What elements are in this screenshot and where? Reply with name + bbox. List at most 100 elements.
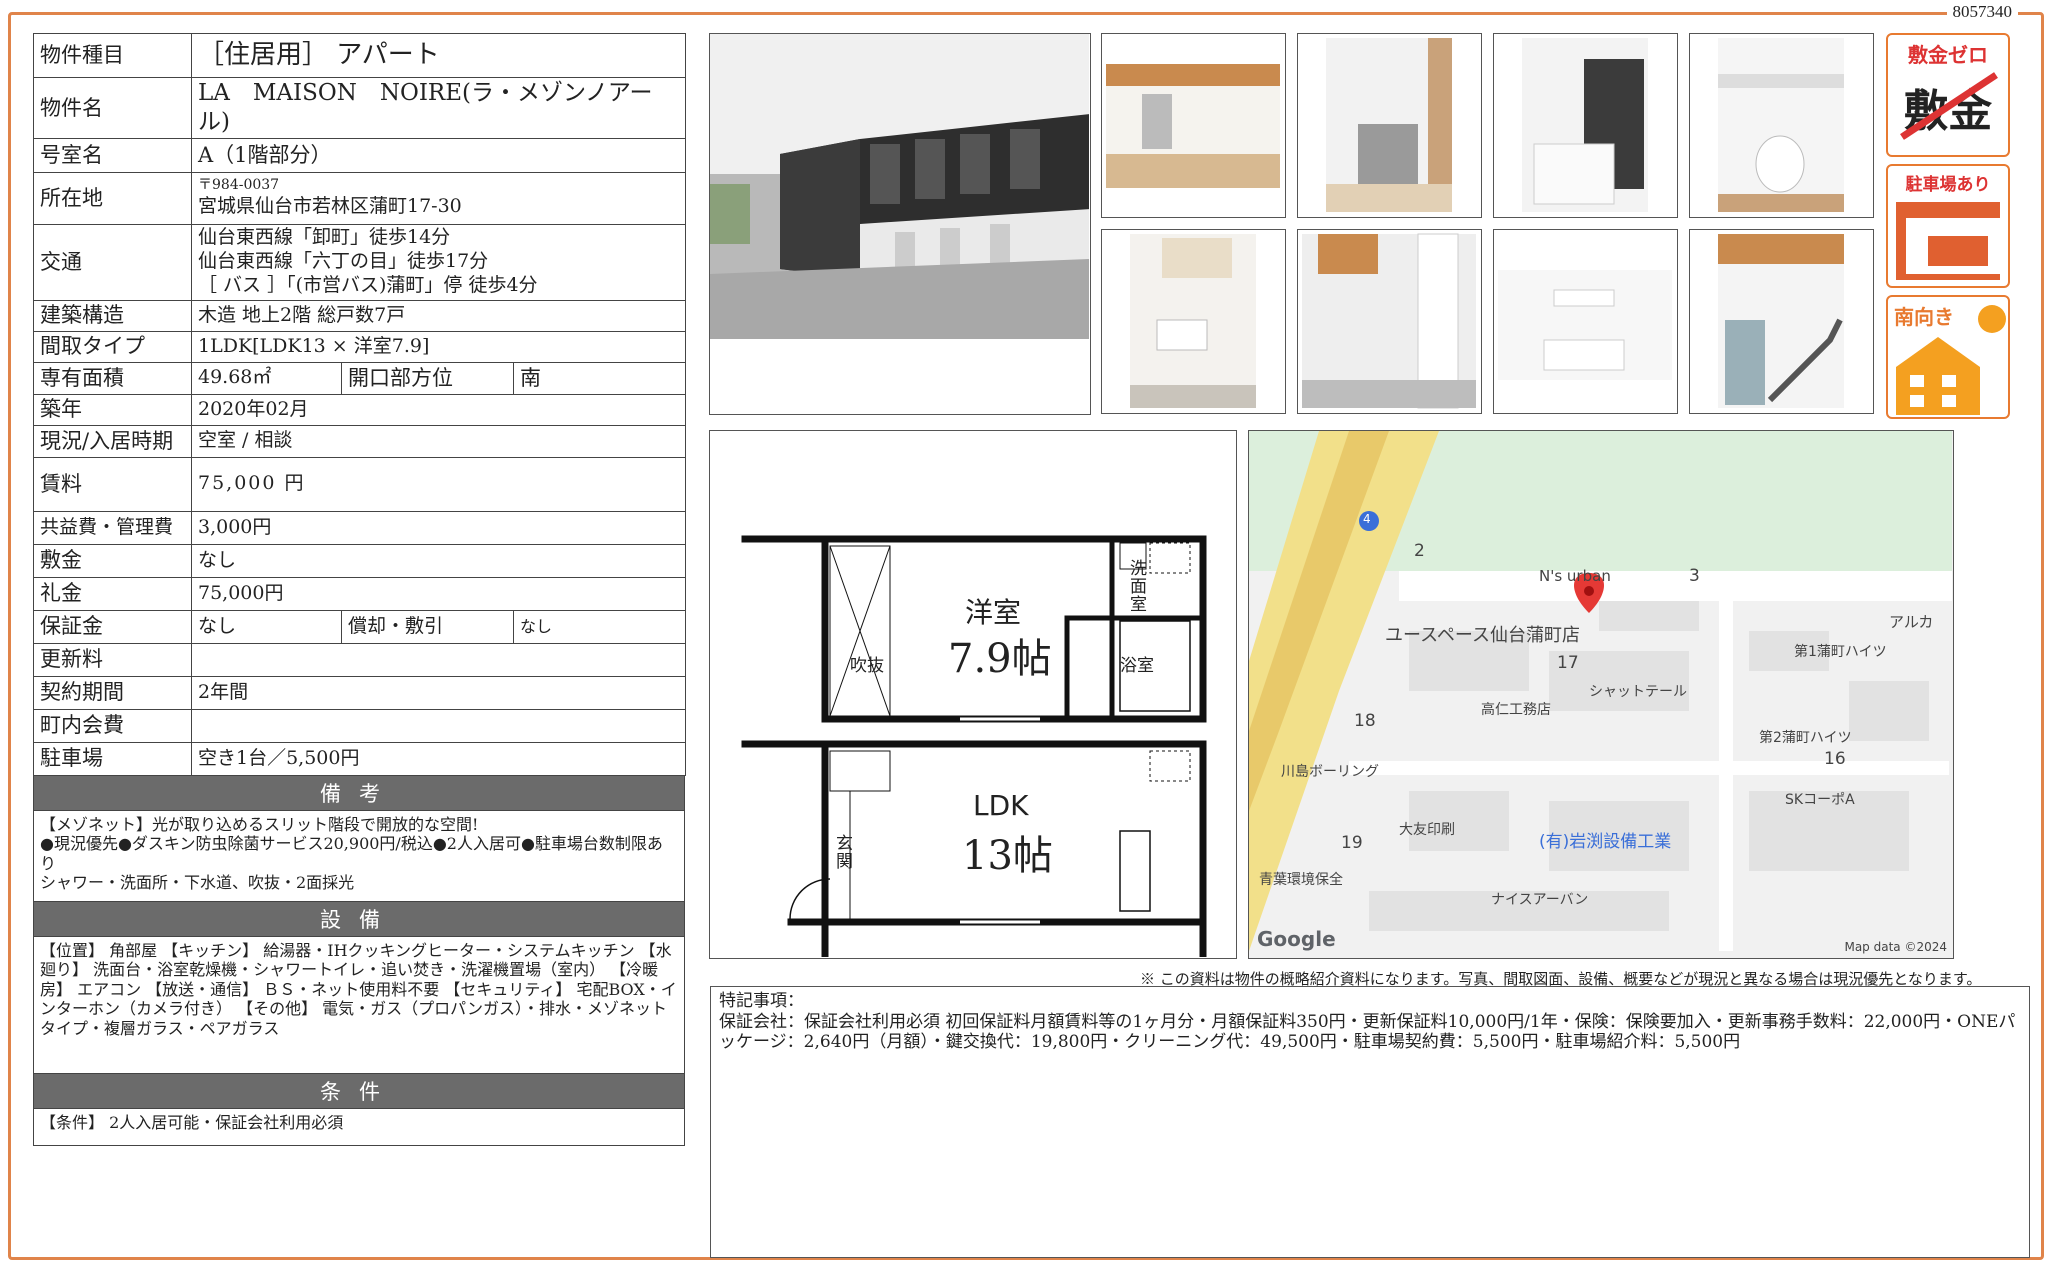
postal-code: 〒984-0037 (198, 177, 280, 194)
map-label: 3 (1689, 566, 1700, 586)
value-guarantee: なし (191, 609, 342, 644)
value-deposit: なし (190, 543, 687, 578)
value-amortization: なし (512, 609, 687, 644)
label-common-fee: 共益費・管理費 (33, 510, 192, 545)
special-notes: 特記事項： 保証会社：保証会社利用必須 初回保証料月額賃料等の1ヶ月分・月額保証… (710, 986, 2030, 1258)
value-contract: 2年間 (190, 675, 687, 710)
value-renewal (190, 642, 687, 677)
label-access: 交通 (33, 223, 192, 301)
map-label: 19 (1341, 833, 1363, 853)
special-notes-title: 特記事項： (719, 991, 804, 1011)
value-key-money: 75,000円 (190, 576, 687, 611)
label-area: 専有面積 (33, 361, 192, 395)
label-layout: 間取タイプ (33, 330, 192, 363)
badge-zero-deposit: 敷金ゼロ 敷金 (1886, 33, 2010, 157)
property-info: 物件種目 ［住居用］ アパート 物件名 LA MAISON NOIRE(ラ・メゾンノ… (33, 33, 687, 1146)
kitchen-image (1326, 38, 1452, 212)
label-direction: 開口部方位 (341, 361, 514, 395)
remarks-line: シャワー・洗面所・下水道、吹抜・2面採光 (40, 873, 355, 893)
photo-living-room (1101, 33, 1286, 218)
google-logo: Google (1257, 927, 1336, 951)
access-line: 仙台東西線「六丁の目」徒歩17分 (198, 250, 489, 273)
building-exterior-image (710, 34, 1090, 339)
western-room-image (1498, 270, 1672, 380)
label-status: 現況/入居時期 (33, 424, 192, 458)
map-label: 第2蒲町ハイツ (1759, 730, 1852, 746)
equipment-body: 【位置】 角部屋 【キッチン】 給湯器・IHクッキングヒーター・システムキッチン… (33, 936, 685, 1074)
label-contract: 契約期間 (33, 675, 192, 710)
value-common-fee: 3,000円 (190, 510, 687, 545)
value-parking: 空き1台／5,500円 (190, 741, 687, 776)
value-rent: 75,000 円 (190, 456, 687, 512)
address-text: 宮城県仙台市若林区蒲町17-30 (198, 194, 462, 217)
cross-out-icon (1900, 72, 1998, 140)
map-label: 川島ボーリング (1281, 764, 1379, 780)
label-name: 物件名 (33, 77, 192, 139)
value-access: 仙台東西線「卸町」徒歩14分 仙台東西線「六丁の目」徒歩17分 ［ バス ］「(市営… (190, 223, 687, 301)
washroom-image (1130, 234, 1256, 408)
label-built: 築年 (33, 393, 192, 426)
photo-washroom (1101, 229, 1286, 414)
room-label-bath: 浴室 (1120, 656, 1154, 676)
map-label: シャットテール (1589, 684, 1687, 700)
exterior-photo (709, 33, 1091, 415)
parking-icon (1896, 202, 2000, 280)
label-amortization: 償却・敷引 (341, 609, 514, 644)
conditions-body: 【条件】 2人入居可能・保証会社利用必須 (33, 1108, 685, 1146)
value-built: 2020年02月 (190, 393, 687, 426)
room-label-washroom: 洗面室 (1130, 559, 1147, 615)
map-label: アルカ (1889, 613, 1934, 631)
label-guarantee: 保証金 (33, 609, 192, 644)
badge-parking-label: 駐車場あり (1905, 175, 1991, 195)
equipment-header: 設備 (33, 901, 685, 937)
value-status: 空室 / 相談 (190, 424, 687, 458)
bathroom-image (1522, 38, 1648, 212)
value-structure: 木造 地上2階 総戸数7戸 (190, 299, 687, 332)
room-label-atrium: 吹抜 (850, 656, 884, 676)
map-label: 高仁工務店 (1481, 702, 1551, 718)
living-room-image (1106, 64, 1280, 188)
photo-toilet (1689, 33, 1874, 218)
photo-western-room (1493, 229, 1678, 414)
label-address: 所在地 (33, 171, 192, 225)
map-label: 青葉環境保全 (1259, 872, 1343, 888)
value-community (190, 708, 687, 743)
special-notes-body: 保証会社：保証会社利用必須 初回保証料月額賃料等の1ヶ月分・月額保証料350円・… (719, 1011, 2016, 1053)
route-number: 4 (1363, 512, 1371, 526)
toilet-image (1718, 38, 1844, 212)
photo-bathroom (1493, 33, 1678, 218)
room-label-ldk: LDK (973, 789, 1029, 822)
value-name: LA MAISON NOIRE(ラ・メゾンノアール) (190, 77, 687, 139)
label-parking: 駐車場 (33, 741, 192, 776)
floor-plan: 洋室 7.9帖 LDK 13帖 吹抜 浴室 洗面室 玄関 (709, 430, 1237, 959)
room-label-entrance: 玄関 (836, 834, 853, 872)
map-label: 18 (1354, 711, 1376, 731)
remarks-header: 備考 (33, 775, 685, 811)
map-label: N's urban (1539, 567, 1611, 585)
map-label: 大友印刷 (1399, 822, 1455, 838)
map-label: (有)岩渕設備工業 (1539, 832, 1672, 852)
map-label: ナイスアーバン (1491, 892, 1589, 908)
room-size-western: 7.9帖 (948, 636, 1052, 682)
label-renewal: 更新料 (33, 642, 192, 677)
access-line: 仙台東西線「卸町」徒歩14分 (198, 226, 451, 249)
map-label: 17 (1557, 653, 1579, 673)
value-type: ［住居用］ アパート (190, 33, 687, 78)
staircase-image (1718, 234, 1844, 408)
map-label: SKコーポA (1785, 792, 1855, 808)
map-label: 2 (1414, 541, 1425, 561)
location-map[interactable]: 2 3 N's urban ユースペース仙台蒲町店 17 シャットテール 高仁工… (1248, 430, 1954, 959)
photo-staircase (1689, 229, 1874, 414)
room-size-ldk: 13帖 (962, 833, 1053, 879)
document-id: 8057340 (1946, 2, 2018, 22)
remarks-body: 【メゾネット】光が取り込めるスリット階段で開放的な空間! ●現況優先●ダスキン防… (33, 810, 685, 902)
value-direction: 南 (512, 361, 687, 395)
remarks-line: ●現況優先●ダスキン防虫除菌サービス20,900円/税込●2人入居可●駐車場台数… (40, 834, 663, 873)
photo-kitchen (1297, 33, 1482, 218)
badge-parking: 駐車場あり (1886, 164, 2010, 288)
map-label: 第1蒲町ハイツ (1794, 644, 1887, 660)
badge-south-facing: 南向き (1886, 295, 2010, 419)
room-label-western: 洋室 (965, 596, 1022, 629)
value-layout: 1LDK[LDK13 × 洋室7.9] (190, 330, 687, 363)
conditions-header: 条件 (33, 1073, 685, 1109)
